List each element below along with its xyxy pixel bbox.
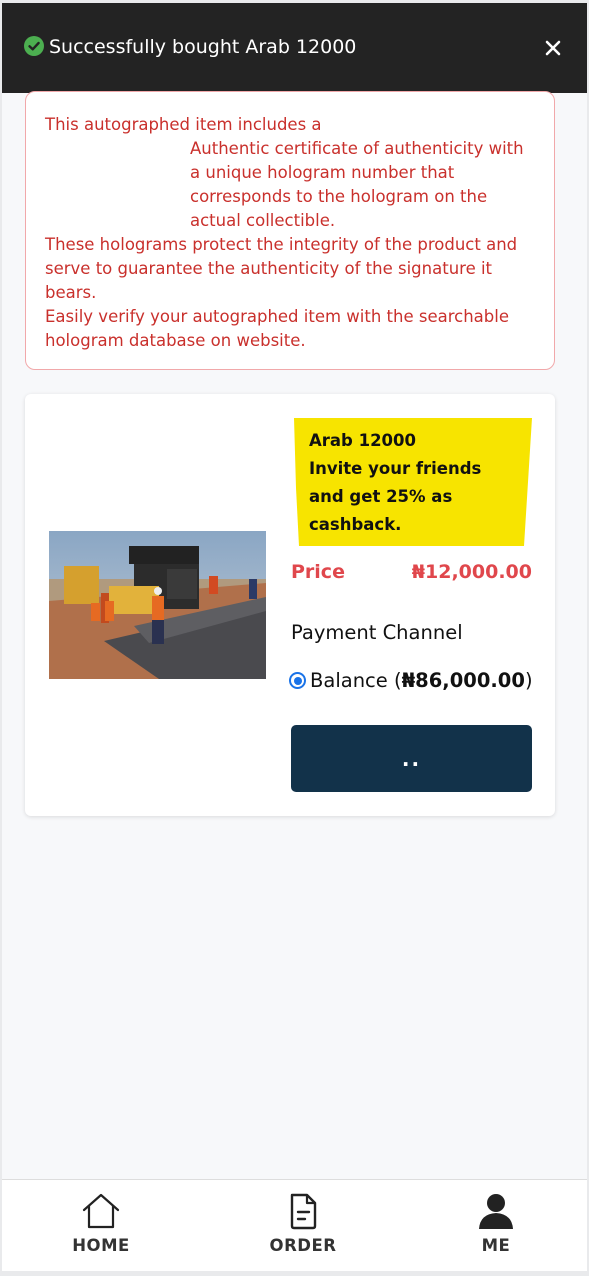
tab-order[interactable]: ORDER [228,1180,378,1271]
notice-line-2: Authentic certificate of authenticity wi… [190,139,524,230]
notice-line-1: This autographed item includes a [45,115,322,134]
notice-line-4: Easily verify your autographed item with… [45,307,509,350]
user-icon [479,1194,513,1229]
balance-label: Balance (₦86,000.00) [310,669,533,692]
app-frame: Successfully bought Arab 12000 This auto… [2,3,587,1271]
balance-amount: ₦86,000.00 [401,669,525,692]
price-value: ₦12,000.00 [411,561,532,583]
success-toast: Successfully bought Arab 12000 [2,3,587,93]
product-image [49,531,266,679]
balance-radio[interactable] [289,672,306,689]
promo-text: Invite your friends and get 25% as cashb… [309,459,482,534]
payment-option-balance[interactable]: Balance (₦86,000.00) [289,669,533,692]
tab-home[interactable]: HOME [26,1180,176,1271]
promo-product-name: Arab 12000 [309,431,417,450]
buy-button[interactable]: .. [291,725,532,792]
price-label: Price [291,561,345,583]
bottom-tabbar: HOME ORDER ME [2,1179,587,1271]
promo-tag: Arab 12000 Invite your friends and get 2… [291,418,532,546]
tab-me-label: ME [481,1236,511,1255]
authenticity-notice: This autographed item includes a Authent… [25,91,555,370]
payment-channel-title: Payment Channel [291,621,463,644]
tab-me[interactable]: ME [421,1180,571,1271]
document-icon [290,1193,317,1230]
tab-home-label: HOME [72,1236,130,1255]
close-icon[interactable] [542,37,564,59]
check-circle-icon [24,36,44,56]
notice-line-3: These holograms protect the integrity of… [45,235,518,302]
home-icon [82,1193,120,1229]
tab-order-label: ORDER [269,1236,337,1255]
toast-message: Successfully bought Arab 12000 [49,36,357,58]
product-card: Arab 12000 Invite your friends and get 2… [25,394,555,816]
